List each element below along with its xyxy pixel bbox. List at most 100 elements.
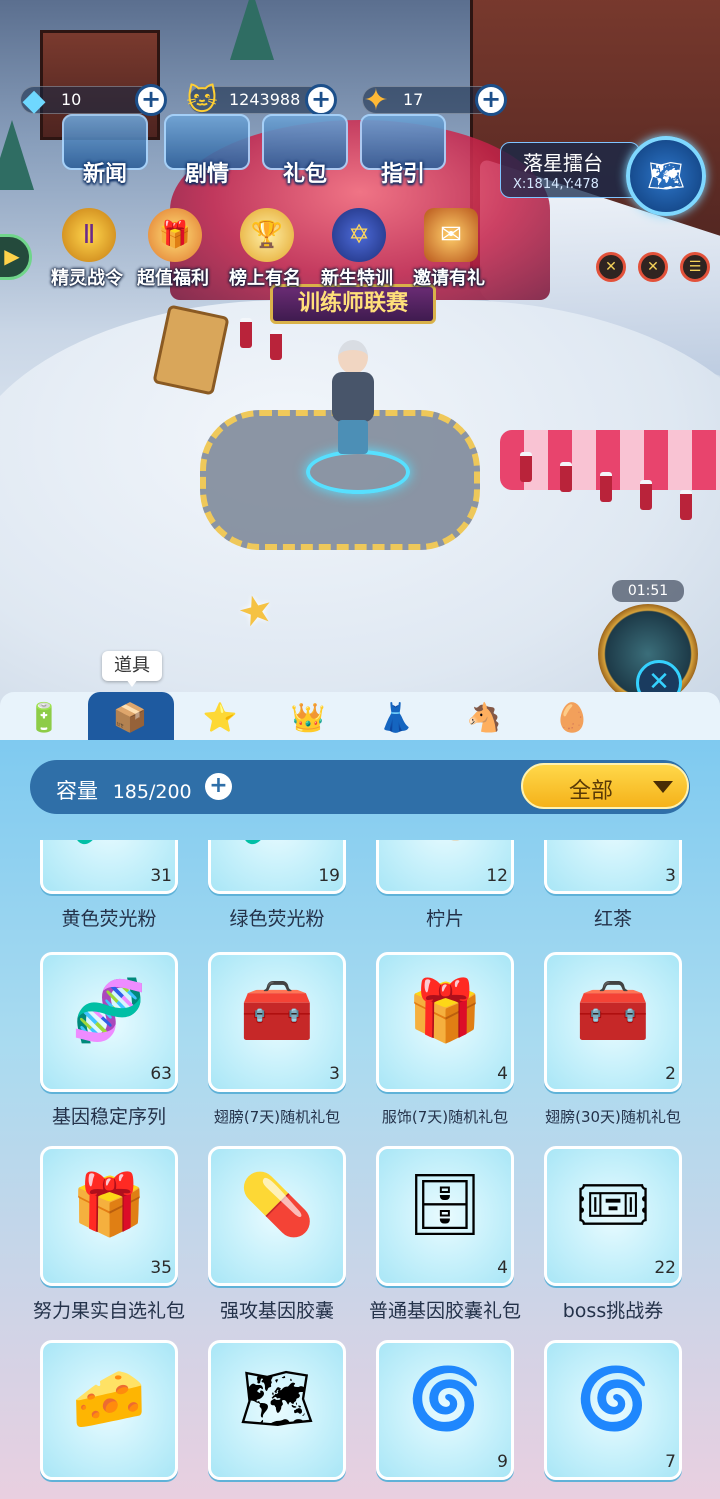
capacity-label: 容量 bbox=[56, 779, 98, 803]
item-slot[interactable]: 💊 强攻基因胶囊 bbox=[208, 1146, 348, 1332]
diamond-value: 10 bbox=[61, 90, 82, 109]
filter-dropdown[interactable]: 全部 bbox=[521, 763, 689, 809]
chevron-down-icon bbox=[653, 781, 673, 793]
item-slot[interactable]: 🎟 22 boss挑战券 bbox=[544, 1146, 684, 1332]
rocking-horse-icon[interactable]: 🐴 bbox=[452, 694, 516, 740]
character-legs bbox=[338, 420, 368, 454]
location-coords: X:1814,Y:478 bbox=[513, 177, 599, 192]
item-count: 4 bbox=[497, 1258, 508, 1278]
menu-list-icon[interactable]: ☰ bbox=[680, 252, 710, 282]
add-diamond-button[interactable]: + bbox=[135, 84, 167, 116]
story-label: 剧情 bbox=[184, 162, 229, 187]
item-count: 7 bbox=[665, 1452, 676, 1472]
leaderboard-button[interactable]: 🏆 榜上有名 bbox=[218, 206, 312, 292]
item-slot[interactable]: 🧀 bbox=[40, 1340, 180, 1499]
mute-effects-icon[interactable]: ✕ bbox=[596, 252, 626, 282]
expand-capacity-button[interactable]: + bbox=[205, 773, 232, 800]
gene-sequence-icon: 🧬 bbox=[71, 976, 147, 1046]
item-grid[interactable]: 🧪 31 黄色荧光粉 🧪 19 绿色荧光粉 🍋 12 柠片 ☕ 3 红茶 🧬 6… bbox=[0, 840, 720, 1499]
item-slot[interactable]: 🧰 2 翅膀(30天)随机礼包 bbox=[544, 952, 684, 1138]
fence-post bbox=[600, 472, 612, 502]
mute-music-icon[interactable]: ✕ bbox=[638, 252, 668, 282]
star-wand-icon[interactable]: ⭐ bbox=[188, 694, 252, 740]
treasure-map-icon: 🗺 bbox=[238, 1364, 316, 1434]
battery-icon[interactable]: 🔋 bbox=[12, 694, 76, 740]
player-character[interactable] bbox=[326, 340, 378, 460]
items-box-icon[interactable]: 📦 bbox=[98, 694, 162, 740]
gift-box-icon: 🎁 bbox=[148, 208, 202, 262]
map-icon[interactable]: 🗺 bbox=[626, 136, 706, 216]
item-count: 63 bbox=[150, 1064, 172, 1084]
leaderboard-label: 榜上有名 bbox=[229, 268, 301, 289]
item-slot[interactable]: 🎁 4 服饰(7天)随机礼包 bbox=[376, 952, 516, 1138]
star-crown-icon[interactable]: 👑 bbox=[276, 694, 340, 740]
value-welfare-label: 超值福利 bbox=[137, 268, 209, 289]
invite-gift-button[interactable]: ✉ 邀请有礼 bbox=[402, 206, 496, 292]
news-button[interactable]: 新闻 bbox=[62, 114, 148, 194]
add-ticket-button[interactable]: + bbox=[475, 84, 507, 116]
ticket-value: 17 bbox=[403, 90, 424, 109]
item-count: 19 bbox=[318, 866, 340, 886]
item-count: 12 bbox=[486, 866, 508, 886]
egg-icon[interactable]: 🥚 bbox=[540, 694, 604, 740]
gift-pack-button[interactable]: 礼包 bbox=[262, 114, 348, 194]
boss-ticket-icon: 🎟 bbox=[574, 1170, 652, 1240]
red-vortex-icon: 🌀 bbox=[407, 1364, 483, 1434]
location-panel[interactable]: 落星擂台 X:1814,Y:478 bbox=[500, 142, 640, 198]
capacity-value: 185/200 bbox=[112, 781, 192, 803]
fence-post bbox=[520, 452, 532, 482]
value-welfare-button[interactable]: 🎁 超值福利 bbox=[126, 206, 220, 292]
item-name: 红茶 bbox=[593, 908, 632, 930]
item-name: 翅膀(7天)随机礼包 bbox=[213, 1108, 341, 1126]
item-name: boss挑战券 bbox=[562, 1300, 664, 1322]
item-slot[interactable]: 🧪 19 绿色荧光粉 bbox=[208, 840, 348, 940]
item-slot[interactable]: 🗺 bbox=[208, 1340, 348, 1499]
coin-counter: 🐱 1243988 + bbox=[186, 83, 337, 118]
item-slot[interactable]: 🎁 35 努力果实自选礼包 bbox=[33, 1146, 185, 1332]
dress-icon[interactable]: 👗 bbox=[364, 694, 428, 740]
character-head bbox=[338, 340, 368, 374]
item-slot[interactable]: 🧬 63 基因稳定序列 bbox=[40, 952, 180, 1138]
item-slot[interactable]: 🌀 9 bbox=[376, 1340, 516, 1499]
item-name: 柠片 bbox=[425, 908, 464, 930]
wing-chest-icon: 🧰 bbox=[239, 976, 315, 1046]
item-slot[interactable]: 🧰 3 翅膀(7天)随机礼包 bbox=[208, 952, 348, 1138]
item-slot[interactable]: 🍋 12 柠片 bbox=[376, 840, 516, 940]
active-tab-tooltip: 道具 bbox=[102, 651, 162, 687]
battle-pass-icon: Ⅱ bbox=[62, 208, 116, 262]
item-count: 3 bbox=[665, 866, 676, 886]
hexagram-icon: ✡ bbox=[332, 208, 386, 262]
item-count: 4 bbox=[497, 1064, 508, 1084]
fence-post bbox=[560, 462, 572, 492]
newbie-training-button[interactable]: ✡ 新生特训 bbox=[310, 206, 404, 292]
cheese-icon: 🧀 bbox=[71, 1364, 147, 1434]
capacity-text: 容量 185/200 bbox=[56, 775, 192, 805]
trophy-icon: 🏆 bbox=[240, 208, 294, 262]
filter-label: 全部 bbox=[569, 779, 614, 804]
item-slot[interactable]: ☕ 3 红茶 bbox=[544, 840, 684, 940]
add-coin-button[interactable]: + bbox=[305, 84, 337, 116]
item-name: 服饰(7天)随机礼包 bbox=[381, 1108, 509, 1126]
fence-post bbox=[640, 480, 652, 510]
fence-post bbox=[680, 490, 692, 520]
item-slot[interactable]: 🧪 31 黄色荧光粉 bbox=[40, 840, 180, 940]
item-name: 努力果实自选礼包 bbox=[32, 1300, 185, 1322]
item-name: 基因稳定序列 bbox=[51, 1106, 166, 1128]
yellow-powder-icon: 🧪 bbox=[40, 840, 178, 848]
newbie-training-label: 新生特训 bbox=[321, 268, 393, 289]
item-card bbox=[544, 840, 682, 894]
guide-button[interactable]: 指引 bbox=[360, 114, 446, 194]
item-slot[interactable]: 🗄 4 普通基因胶囊礼包 bbox=[369, 1146, 521, 1332]
item-name: 普通基因胶囊礼包 bbox=[368, 1300, 521, 1322]
item-name: 黄色荧光粉 bbox=[61, 908, 157, 930]
diamond-icon: ◆ bbox=[22, 82, 46, 118]
item-count: 3 bbox=[329, 1064, 340, 1084]
item-slot[interactable]: 🌀 7 bbox=[544, 1340, 684, 1499]
attack-capsule-icon: 💊 bbox=[239, 1170, 315, 1240]
fence-post bbox=[240, 318, 252, 348]
wing-chest-30-icon: 🧰 bbox=[575, 976, 651, 1046]
diamond-counter: ◆ 10 + bbox=[20, 83, 167, 118]
story-button[interactable]: 剧情 bbox=[164, 114, 250, 194]
ticket-counter: ✦ 17 + bbox=[362, 83, 507, 118]
item-count: 31 bbox=[150, 866, 172, 886]
